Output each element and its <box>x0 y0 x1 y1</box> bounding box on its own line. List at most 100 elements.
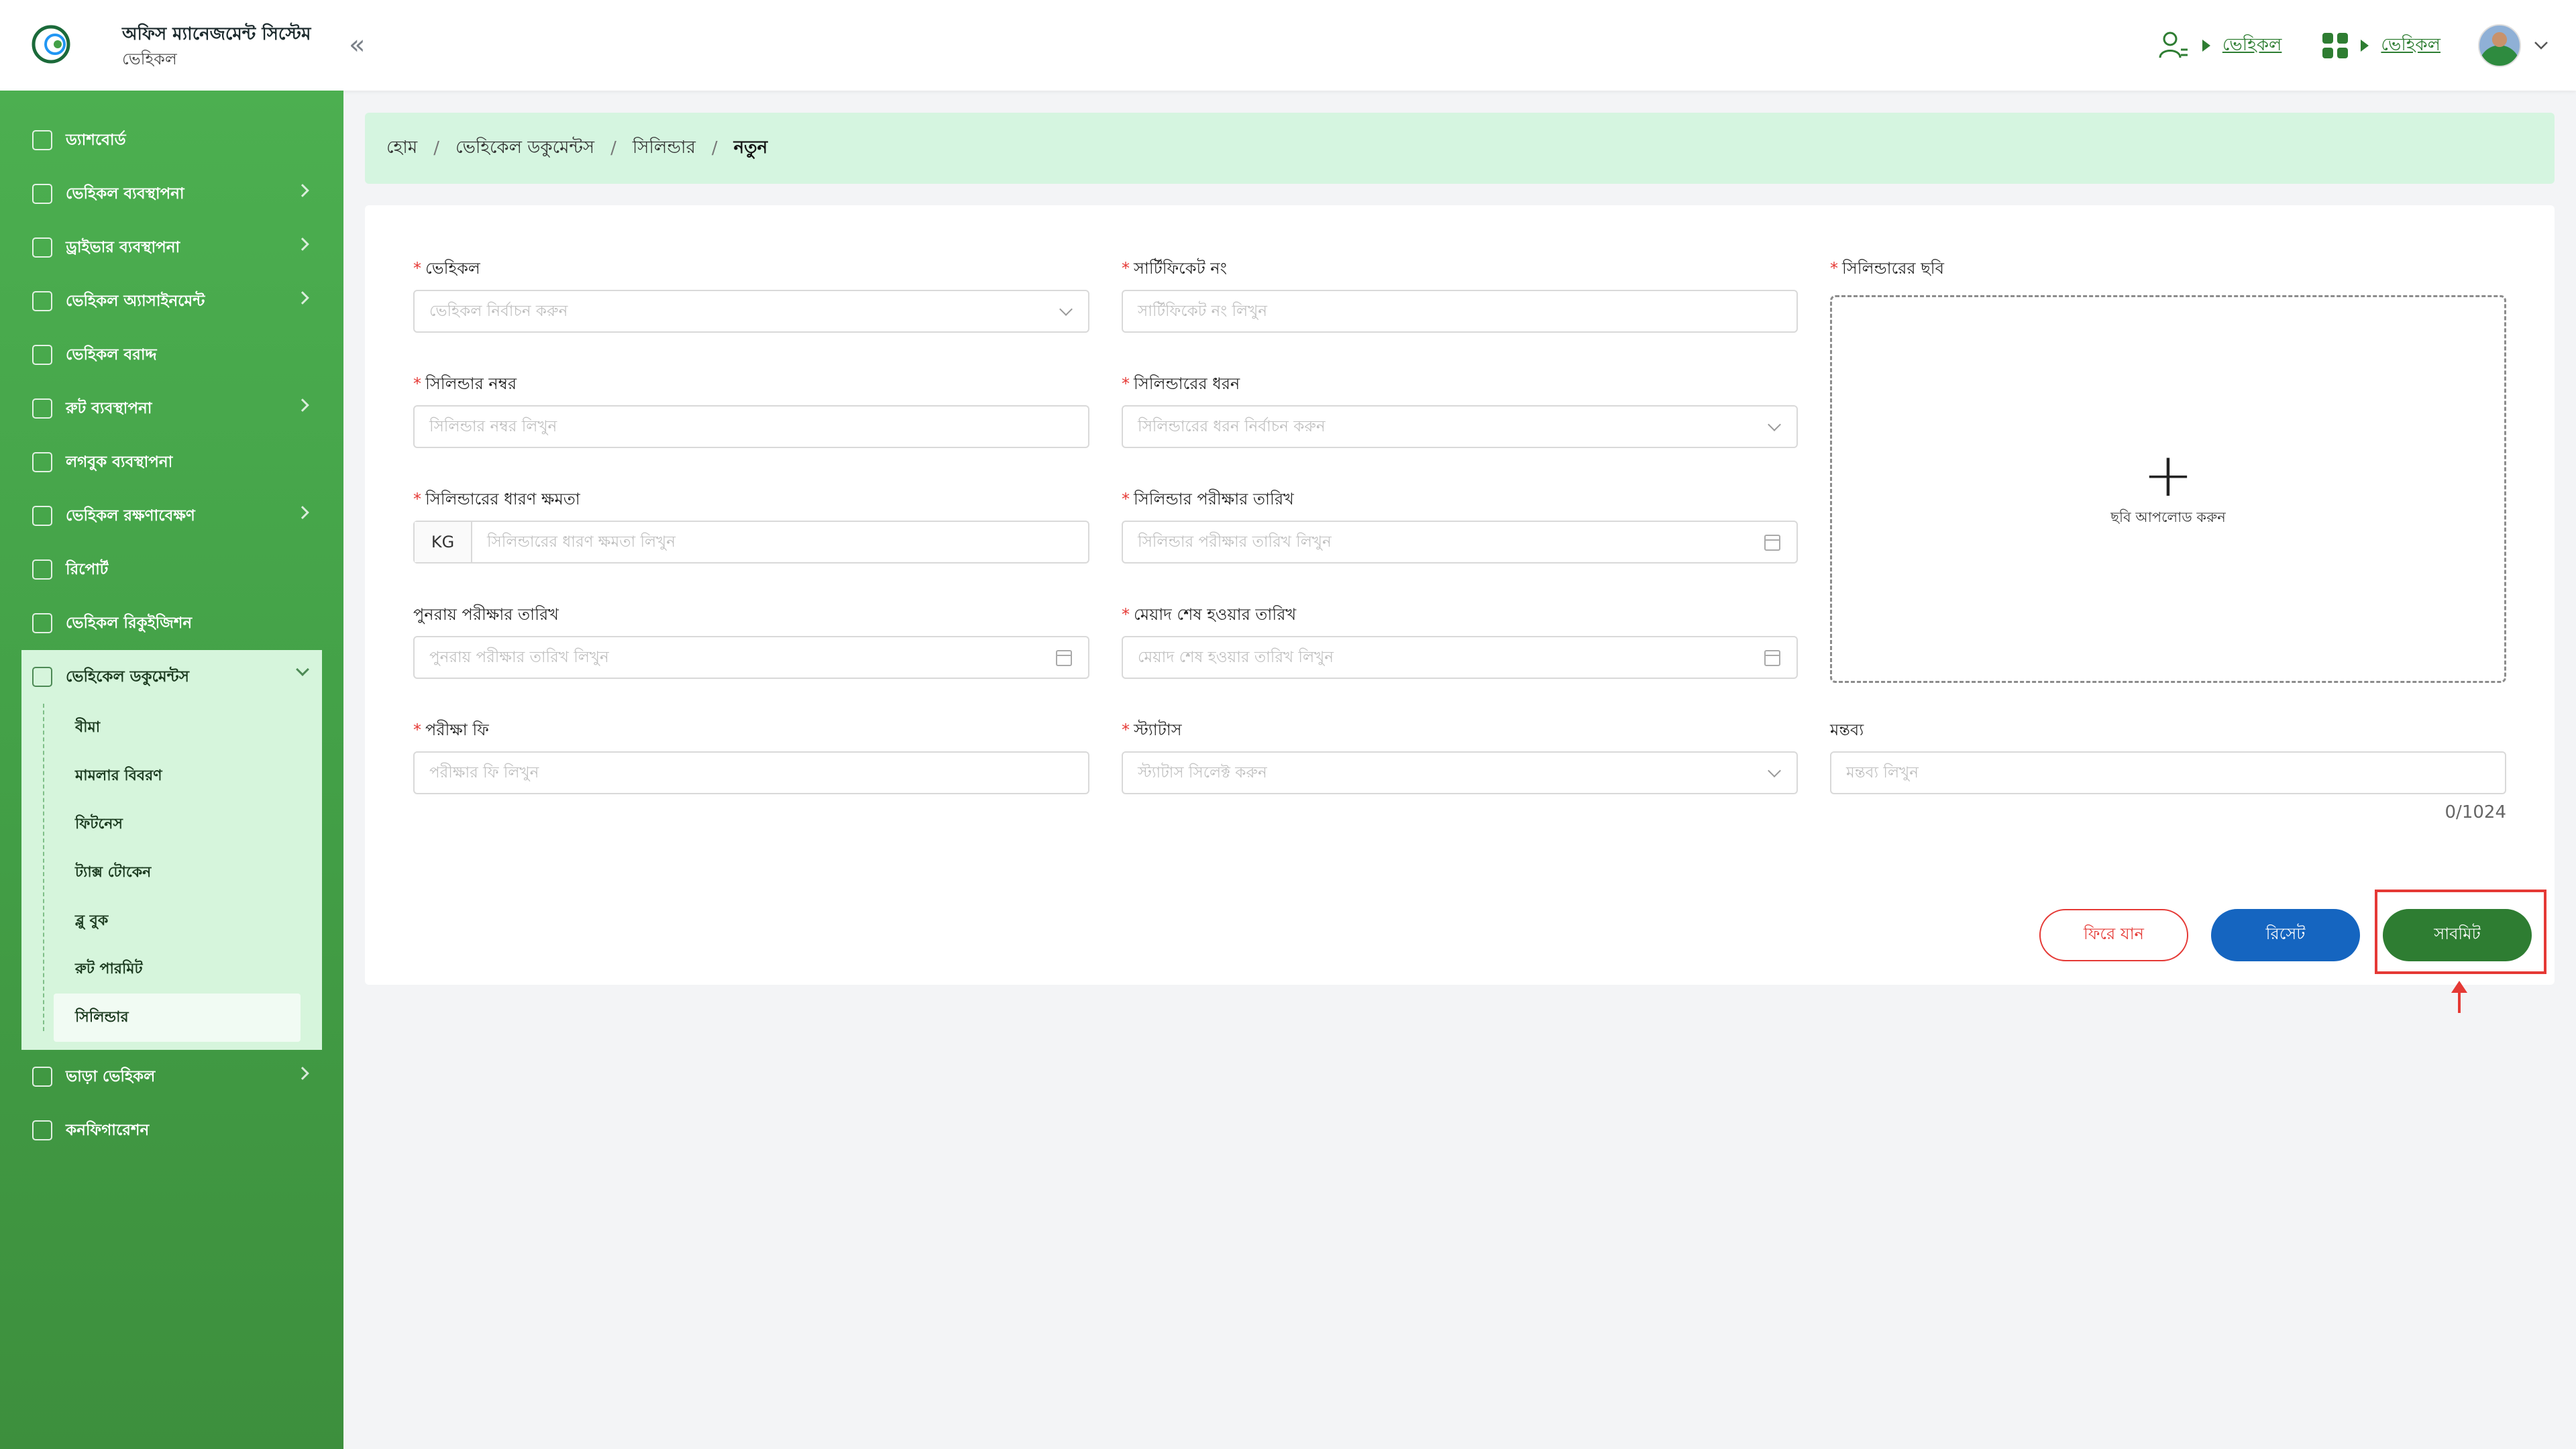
calendar-icon <box>1764 535 1780 551</box>
sidebar-subitem-case-details[interactable]: মামলার বিবরণ <box>43 752 322 800</box>
sidebar-item-report[interactable]: রিপোর্ট <box>21 543 322 596</box>
test-fee-field: * পরীক্ষা ফি পরীক্ষার ফি লিখুন <box>413 718 1089 794</box>
sidebar-item-label: লগবুক ব্যবস্থাপনা <box>66 453 173 471</box>
sidebar-item-label: ভেহিকল অ্যাসাইনমেন্ট <box>66 292 205 310</box>
sidebar-item-label: ড্রাইভার ব্যবস্থাপনা <box>66 238 180 256</box>
cylinder-type-field: * সিলিন্ডারের ধরন সিলিন্ডারের ধরন নির্বাচ… <box>1122 372 1798 448</box>
sidebar-subitem-route-permit[interactable]: রুট পারমিট <box>43 945 322 994</box>
sidebar-item-label: কনফিগারেশন <box>66 1121 150 1139</box>
sidebar-subitem-blue-book[interactable]: ব্লু বুক <box>43 897 322 945</box>
sidebar-item-logbook-management[interactable]: লগবুক ব্যবস্থাপনা <box>21 435 322 489</box>
breadcrumb-home[interactable]: হোম <box>386 133 417 163</box>
sidebar-subitem-fitness[interactable]: ফিটনেস <box>43 800 322 849</box>
placeholder: সিলিন্ডারের ধরন নির্বাচন করুন <box>1138 417 1326 435</box>
sidebar-item-dashboard[interactable]: ড্যাশবোর্ড <box>21 113 322 167</box>
caret-right-icon <box>2361 40 2369 52</box>
capacity-input[interactable]: KG সিলিন্ডারের ধারণ ক্ষমতা লিখুন <box>413 521 1089 564</box>
sidebar-item-vehicle-requisition[interactable]: ভেহিকল রিকুইজিশন <box>21 596 322 650</box>
sidebar-item-rental-vehicle[interactable]: ভাড়া ভেহিকল <box>21 1050 322 1104</box>
user-switch-icon[interactable] <box>2158 30 2190 62</box>
retest-date-input[interactable]: পুনরায় পরীক্ষার তারিখ লিখুন <box>413 636 1089 679</box>
remarks-field: মন্তব্য মন্তব্য লিখুন <box>1830 718 2506 794</box>
status-select[interactable]: স্ট্যাটাস সিলেক্ট করুন <box>1122 751 1798 794</box>
header-right: ভেহিকল ভেহিকল <box>2158 24 2549 67</box>
sidebar-subitem-tax-token[interactable]: ট্যাক্স টোকেন <box>43 849 322 897</box>
chevron-down-icon <box>1059 303 1073 316</box>
sidebar-item-vehicle-documents[interactable]: ভেহিকেল ডকুমেন্টস <box>21 650 322 704</box>
required-mark: * <box>1830 259 1838 278</box>
placeholder: সিলিন্ডার পরীক্ষার তারিখ লিখুন <box>1138 533 1332 551</box>
sidebar-item-vehicle-maintenance[interactable]: ভেহিকল রক্ষণাবেক্ষণ <box>21 489 322 543</box>
sidebar-group-vehicle-documents: ভেহিকেল ডকুমেন্টস বীমা মামলার বিবরণ ফিটন… <box>21 650 322 1050</box>
remarks-input[interactable]: মন্তব্য লিখুন <box>1830 751 2506 794</box>
sidebar-item-label: ভেহিকল ব্যবস্থাপনা <box>66 184 184 203</box>
breadcrumb-current: নতুন <box>733 138 768 158</box>
retest-date-field: পুনরায় পরীক্ষার তারিখ পুনরায় পরীক্ষার … <box>413 602 1089 679</box>
top-header: অফিস ম্যানেজমেন্ট সিস্টেম ভেহিকল « ভেহিক… <box>0 0 2576 91</box>
sidebar-item-vehicle-management[interactable]: ভেহিকল ব্যবস্থাপনা <box>21 167 322 221</box>
label-text: মন্তব্য <box>1830 720 1864 739</box>
required-mark: * <box>1122 259 1130 278</box>
cylinder-form-card: * ভেহিকল ভেহিকল নির্বাচন করুন * সিলিন্ডার … <box>365 205 2555 985</box>
placeholder: সিলিন্ডার নম্বর লিখুন <box>429 417 557 435</box>
chevron-down-icon[interactable] <box>2533 40 2549 51</box>
placeholder: মন্তব্য লিখুন <box>1846 763 1919 782</box>
vehicle-field: * ভেহিকল ভেহিকল নির্বাচন করুন <box>413 256 1089 333</box>
placeholder: পুনরায় পরীক্ষার তারিখ লিখুন <box>429 648 609 666</box>
vehicle-select[interactable]: ভেহিকল নির্বাচন করুন <box>413 290 1089 333</box>
certificate-no-label: * সার্টিফিকেট নং <box>1122 256 1798 279</box>
placeholder: মেয়াদ শেষ হওয়ার তারিখ লিখুন <box>1138 648 1334 666</box>
placeholder: সার্টিফিকেট নং লিখুন <box>1138 302 1268 320</box>
app-subtitle: ভেহিকল <box>122 50 177 68</box>
cylinder-number-field: * সিলিন্ডার নম্বর সিলিন্ডার নম্বর লিখুন <box>413 372 1089 448</box>
vehicle-label: * ভেহিকল <box>413 256 1089 279</box>
breadcrumb-vehicle-documents[interactable]: ভেহিকেল ডকুমেন্টস <box>455 133 594 163</box>
label-text: সিলিন্ডার পরীক্ষার তারিখ <box>1134 490 1294 508</box>
test-date-input[interactable]: সিলিন্ডার পরীক্ষার তারিখ লিখুন <box>1122 521 1798 564</box>
sidebar-item-label: ভেহিকল রক্ষণাবেক্ষণ <box>66 506 195 525</box>
sidebar-item-configuration[interactable]: কনফিগারেশন <box>21 1104 322 1157</box>
breadcrumb-cylinder[interactable]: সিলিন্ডার <box>633 133 696 163</box>
sidebar-subitem-insurance[interactable]: বীমা <box>43 704 322 752</box>
sidebar-item-vehicle-allocation[interactable]: ভেহিকল বরাদ্দ <box>21 328 322 382</box>
dashboard-icon <box>32 130 52 150</box>
status-label: * স্ট্যাটাস <box>1122 718 1798 741</box>
avatar[interactable] <box>2478 24 2521 67</box>
route-icon <box>32 398 52 419</box>
assignment-icon <box>32 291 52 311</box>
label-text: পরীক্ষা ফি <box>425 720 489 739</box>
label-text: সিলিন্ডার নম্বর <box>425 374 517 393</box>
chevron-down-icon <box>296 663 309 676</box>
required-mark: * <box>1122 490 1130 508</box>
required-mark: * <box>413 374 421 393</box>
header-link-vehicle-1[interactable]: ভেহিকল <box>2222 31 2282 60</box>
chevron-right-icon <box>296 237 309 251</box>
back-button[interactable]: ফিরে যান <box>2039 909 2188 961</box>
cylinder-type-label: * সিলিন্ডারের ধরন <box>1122 372 1798 394</box>
test-fee-input[interactable]: পরীক্ষার ফি লিখুন <box>413 751 1089 794</box>
sidebar-item-label: ভাড়া ভেহিকল <box>66 1067 156 1085</box>
image-upload-dropzone[interactable]: + ছবি আপলোড করুন <box>1830 295 2506 683</box>
apps-grid-icon[interactable] <box>2322 32 2349 59</box>
sidebar-item-label: ভেহিকেল ডকুমেন্টস <box>66 667 189 686</box>
expiry-date-input[interactable]: মেয়াদ শেষ হওয়ার তারিখ লিখুন <box>1122 636 1798 679</box>
cylinder-type-select[interactable]: সিলিন্ডারের ধরন নির্বাচন করুন <box>1122 405 1798 448</box>
cylinder-number-input[interactable]: সিলিন্ডার নম্বর লিখুন <box>413 405 1089 448</box>
certificate-no-input[interactable]: সার্টিফিকেট নং লিখুন <box>1122 290 1798 333</box>
sidebar-item-vehicle-assignment[interactable]: ভেহিকল অ্যাসাইনমেন্ট <box>21 274 322 328</box>
documents-icon <box>32 667 52 687</box>
label-text: সিলিন্ডারের ধরন <box>1134 374 1240 393</box>
placeholder: পরীক্ষার ফি লিখুন <box>429 763 539 782</box>
sidebar-item-label: ভেহিকল বরাদ্দ <box>66 345 157 364</box>
header-link-vehicle-2[interactable]: ভেহিকল <box>2381 31 2440 60</box>
sidebar-item-driver-management[interactable]: ড্রাইভার ব্যবস্থাপনা <box>21 221 322 274</box>
chevron-right-icon <box>296 1067 309 1080</box>
sidebar-subitem-cylinder[interactable]: সিলিন্ডার <box>54 994 301 1042</box>
collapse-sidebar-icon[interactable]: « <box>349 30 365 60</box>
chevron-right-icon <box>296 398 309 412</box>
reset-button[interactable]: রিসেট <box>2211 909 2360 961</box>
sidebar-nav: ড্যাশবোর্ড ভেহিকল ব্যবস্থাপনা ড্রাইভার ব… <box>21 113 322 1157</box>
sidebar-item-route-management[interactable]: রুট ব্যবস্থাপনা <box>21 382 322 435</box>
label-text: পুনরায় পরীক্ষার তারিখ <box>413 605 559 624</box>
brerc-logo-icon <box>32 25 70 64</box>
